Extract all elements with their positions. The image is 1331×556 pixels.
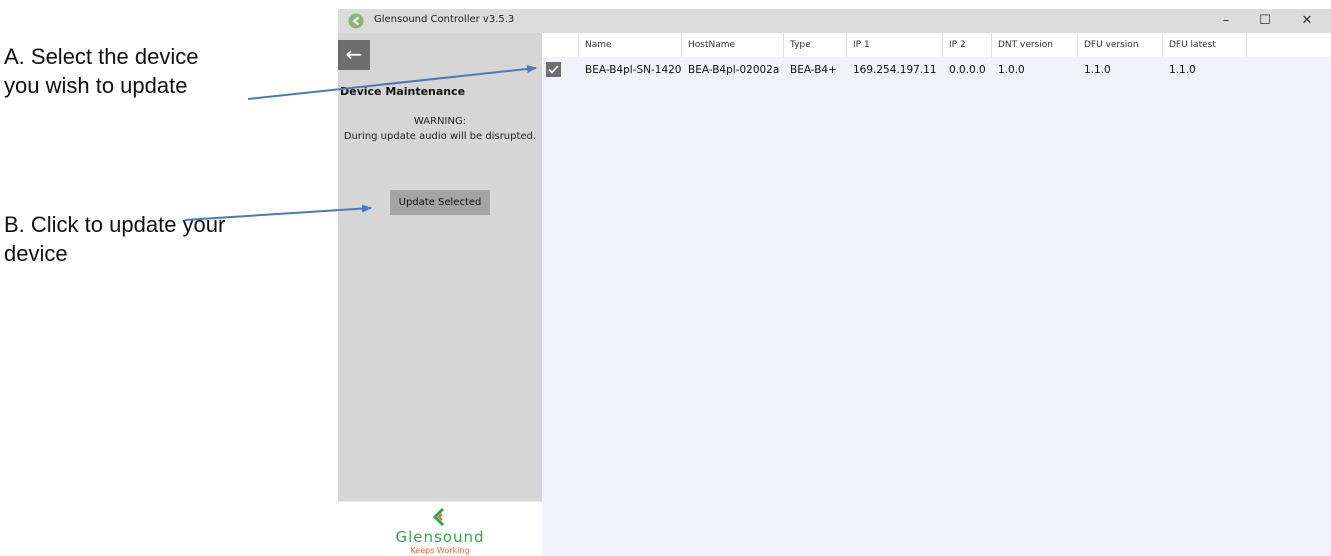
- column-header-type[interactable]: Type: [784, 33, 847, 57]
- cell-ip1: 169.254.197.11: [853, 64, 937, 76]
- cell-dfu-latest: 1.1.0: [1169, 64, 1196, 76]
- checkmark-icon: [548, 65, 559, 74]
- glensound-logo: Glensound Keeps Working: [338, 501, 542, 556]
- minimize-button[interactable]: –: [1208, 9, 1244, 33]
- cell-ip2: 0.0.0.0: [949, 64, 986, 76]
- device-table-header: Name HostName Type IP 1 IP 2 DNT version…: [542, 33, 1331, 57]
- cell-name: BEA-B4pl-SN-1420: [585, 64, 682, 76]
- window-title: Glensound Controller v3.5.3: [374, 14, 515, 25]
- glensound-app-icon: [348, 13, 364, 29]
- glensound-logo-icon: [432, 507, 445, 527]
- cell-dfu-version: 1.1.0: [1084, 64, 1111, 76]
- back-arrow-button[interactable]: ←: [338, 40, 370, 70]
- column-header-name[interactable]: Name: [579, 33, 682, 57]
- column-header-dfu-version[interactable]: DFU version: [1078, 33, 1163, 57]
- cell-dnt-version: 1.0.0: [998, 64, 1025, 76]
- logo-tagline: Keeps Working: [410, 546, 470, 555]
- annotation-a: A. Select the device you wish to update: [4, 44, 199, 98]
- title-bar: Glensound Controller v3.5.3 – ☐ ✕: [338, 9, 1331, 33]
- logo-wordmark: Glensound: [395, 528, 485, 546]
- app-window: Glensound Controller v3.5.3 – ☐ ✕ ← Devi…: [338, 9, 1331, 556]
- checkbox-column-header: [542, 33, 579, 57]
- annotation-b: B. Click to update your device: [4, 212, 226, 266]
- update-selected-button[interactable]: Update Selected: [390, 190, 490, 215]
- column-header-ip2[interactable]: IP 2: [943, 33, 992, 57]
- warning-message: WARNING: During update audio will be dis…: [338, 114, 542, 144]
- column-header-hostname[interactable]: HostName: [682, 33, 784, 57]
- sidebar-title: Device Maintenance: [340, 85, 466, 98]
- close-button[interactable]: ✕: [1289, 9, 1325, 33]
- row-checkbox[interactable]: [546, 62, 561, 77]
- warning-title: WARNING:: [413, 116, 467, 127]
- cell-hostname: BEA-B4pl-02002a: [688, 64, 780, 76]
- maximize-button[interactable]: ☐: [1247, 9, 1283, 33]
- column-header-dfu-latest[interactable]: DFU latest: [1163, 33, 1247, 57]
- column-header-ip1[interactable]: IP 1: [847, 33, 943, 57]
- column-header-dnt-version[interactable]: DNT version: [992, 33, 1078, 57]
- sidebar: ← Device Maintenance WARNING: During upd…: [338, 33, 542, 556]
- cell-type: BEA-B4+: [790, 64, 837, 76]
- table-row[interactable]: BEA-B4pl-SN-1420 BEA-B4pl-02002a BEA-B4+…: [542, 59, 1331, 81]
- warning-text: During update audio will be disrupted.: [343, 131, 537, 142]
